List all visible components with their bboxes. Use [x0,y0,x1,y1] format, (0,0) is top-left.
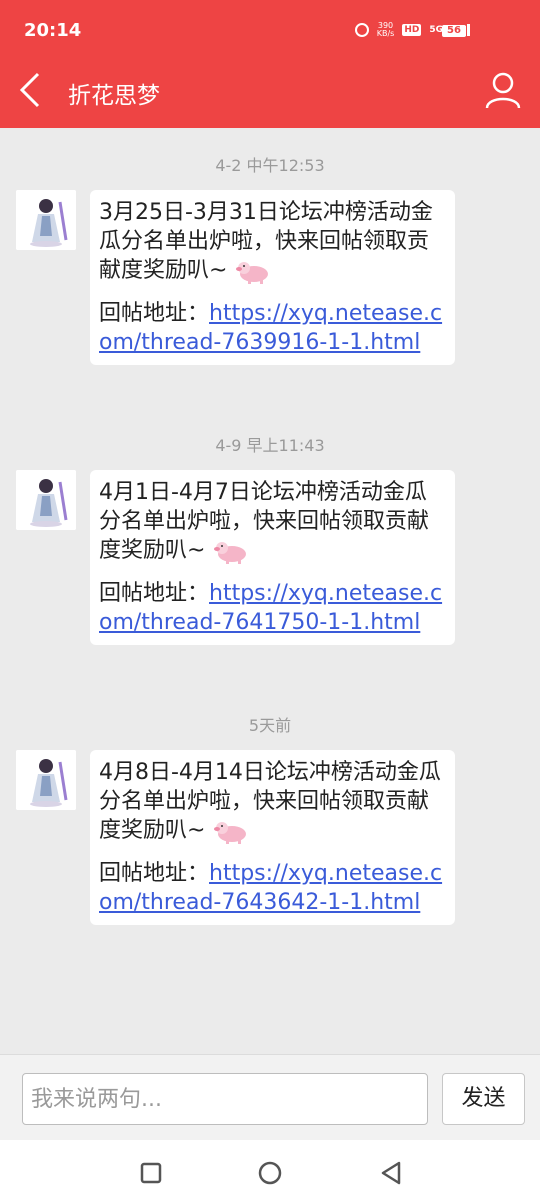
user-icon [485,72,521,109]
home-icon[interactable] [257,1160,283,1186]
message-link-row: 回帖地址：https://xyq.netease.com/thread-7643… [99,859,447,917]
message-bubble[interactable]: 4月1日-4月7日论坛冲榜活动金瓜分名单出炉啦，快来回帖领取贡献度奖励叭~ 回帖… [90,470,455,645]
message-text: 4月8日-4月14日论坛冲榜活动金瓜分名单出炉啦，快来回帖领取贡献度奖励叭~ [99,760,441,843]
system-nav-bar [0,1140,540,1204]
avatar-image [16,470,76,530]
message-text-row: 4月1日-4月7日论坛冲榜活动金瓜分名单出炉啦，快来回帖领取贡献度奖励叭~ [99,478,447,565]
message-bubble[interactable]: 4月8日-4月14日论坛冲榜活动金瓜分名单出炉啦，快来回帖领取贡献度奖励叭~ 回… [90,750,455,925]
message-timestamp: 4-2 中午12:53 [215,156,325,175]
avatar-image [16,750,76,810]
message-bubble[interactable]: 3月25日-3月31日论坛冲榜活动金瓜分名单出炉啦，快来回帖领取贡献度奖励叭~ … [90,190,455,365]
battery-icon: 56 [442,25,466,37]
link-label: 回帖地址： [99,581,210,606]
net-speed-unit: KB/s [376,29,395,38]
pig-emoji-icon [214,542,247,564]
chevron-left-icon [19,72,40,108]
recent-apps-icon[interactable] [138,1160,164,1186]
message-timestamp: 5天前 [248,716,292,735]
back-button[interactable] [16,70,48,110]
message-list[interactable]: 4-2 中午12:53 3月25日-3月31日论坛冲榜活动金瓜分名单出炉啦，快来… [0,128,540,1054]
link-label: 回帖地址： [99,861,210,886]
send-button[interactable]: 发送 [442,1073,525,1125]
input-bar: 发送 [0,1054,540,1141]
alarm-icon [354,23,369,37]
comment-input[interactable] [22,1073,428,1125]
message-timestamp: 4-9 早上11:43 [215,436,325,455]
profile-button[interactable] [484,70,522,110]
message-text-row: 3月25日-3月31日论坛冲榜活动金瓜分名单出炉啦，快来回帖领取贡献度奖励叭~ [99,198,447,285]
status-time: 20:14 [24,20,82,41]
link-label: 回帖地址： [99,301,210,326]
pig-emoji-icon [236,262,269,284]
net-speed: 390 KB/s [377,22,395,38]
network-type: 5G [429,25,443,35]
hd-badge: HD [402,24,422,36]
pig-emoji-icon [214,822,247,844]
page-title: 折花思梦 [68,83,160,109]
avatar[interactable] [16,750,76,810]
avatar-image [16,190,76,250]
avatar[interactable] [16,190,76,250]
message-link-row: 回帖地址：https://xyq.netease.com/thread-7641… [99,579,447,637]
avatar[interactable] [16,470,76,530]
message-link-row: 回帖地址：https://xyq.netease.com/thread-7639… [99,299,447,357]
back-nav-icon[interactable] [378,1160,404,1186]
message-text-row: 4月8日-4月14日论坛冲榜活动金瓜分名单出炉啦，快来回帖领取贡献度奖励叭~ [99,758,447,845]
message-text: 4月1日-4月7日论坛冲榜活动金瓜分名单出炉啦，快来回帖领取贡献度奖励叭~ [99,480,430,563]
header-bar: 20:14 390 KB/s HD 5G 56 折花思梦 [0,0,540,128]
